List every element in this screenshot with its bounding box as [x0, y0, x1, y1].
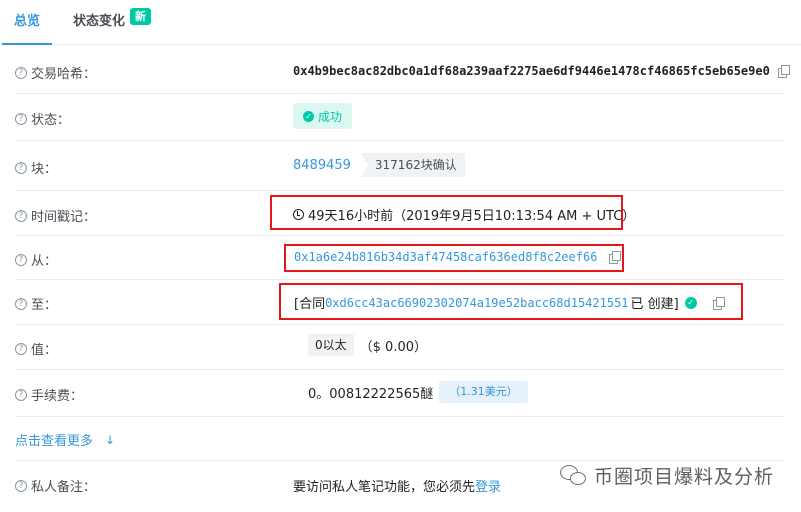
tx-hash-row: ? 交易哈希： 0x4b9bec8ac82dbc0a1df68a239aaf22… [15, 48, 790, 94]
value-label: 值： [31, 343, 58, 358]
wechat-icon [560, 464, 588, 487]
status-row: ? 状态： ✓ 成功 [15, 94, 785, 141]
value-row: ? 值： 0以太 （$ 0.00） [15, 325, 785, 370]
help-icon[interactable]: ? [15, 209, 27, 222]
help-icon[interactable]: ? [15, 161, 27, 174]
help-icon[interactable]: ? [15, 388, 27, 401]
status-text: 成功 [318, 109, 343, 124]
watermark-text: 币圈项目爆料及分析 [594, 466, 775, 488]
block-row: ? 块： 8489459 317162块确认 [15, 141, 785, 191]
tx-hash-value[interactable]: 0x4b9bec8ac82dbc0a1df68a239aaf2275ae6df9… [293, 64, 770, 78]
show-more-link[interactable]: 点击查看更多 ↓ [15, 430, 116, 450]
help-icon[interactable]: ? [15, 253, 27, 266]
confirmations-badge: 317162块确认 [360, 153, 465, 177]
status-label: 状态： [31, 113, 71, 128]
highlight-box-timestamp [270, 195, 623, 230]
tab-overview[interactable]: 总览 [2, 0, 52, 45]
help-icon[interactable]: ? [15, 112, 27, 125]
fee-label: 手续费： [31, 389, 84, 404]
block-label: 块： [31, 162, 58, 177]
highlight-box-to [279, 283, 743, 320]
check-circle-icon: ✓ [303, 110, 314, 122]
copy-icon[interactable] [777, 65, 790, 78]
watermark: 币圈项目爆料及分析 [560, 462, 774, 489]
highlight-box-from [284, 244, 624, 272]
value-amount-badge: 0以太 [308, 334, 354, 356]
show-more-label: 点击查看更多 [15, 434, 94, 449]
new-badge: 新 [130, 8, 151, 25]
fee-row: ? 手续费： 0。00812222565醚 （1.31美元） [15, 370, 785, 417]
help-icon[interactable]: ? [15, 342, 27, 355]
fee-amount: 0。00812222565醚 [308, 386, 434, 402]
tab-state-changes[interactable]: 状态变化 [73, 0, 125, 45]
timestamp-label: 时间戳记： [31, 210, 97, 225]
fee-usd-badge: （1.31美元） [439, 381, 528, 403]
login-link[interactable]: 登录 [475, 476, 501, 495]
value-usd: （$ 0.00） [359, 339, 427, 355]
tab-bar: 总览 状态变化 新 [0, 0, 801, 45]
private-note-label: 私人备注： [31, 480, 97, 495]
block-number-link[interactable]: 8489459 [293, 158, 351, 173]
help-icon[interactable]: ? [15, 479, 27, 492]
to-label: 至： [31, 298, 58, 313]
tx-hash-label: 交易哈希： [31, 67, 97, 82]
arrow-down-icon: ↓ [105, 432, 116, 447]
from-label: 从： [31, 254, 58, 269]
help-icon[interactable]: ? [15, 66, 27, 79]
help-icon[interactable]: ? [15, 297, 27, 310]
status-badge: ✓ 成功 [293, 103, 353, 129]
private-note-text: 要访问私人笔记功能，您必须先 [293, 480, 476, 495]
